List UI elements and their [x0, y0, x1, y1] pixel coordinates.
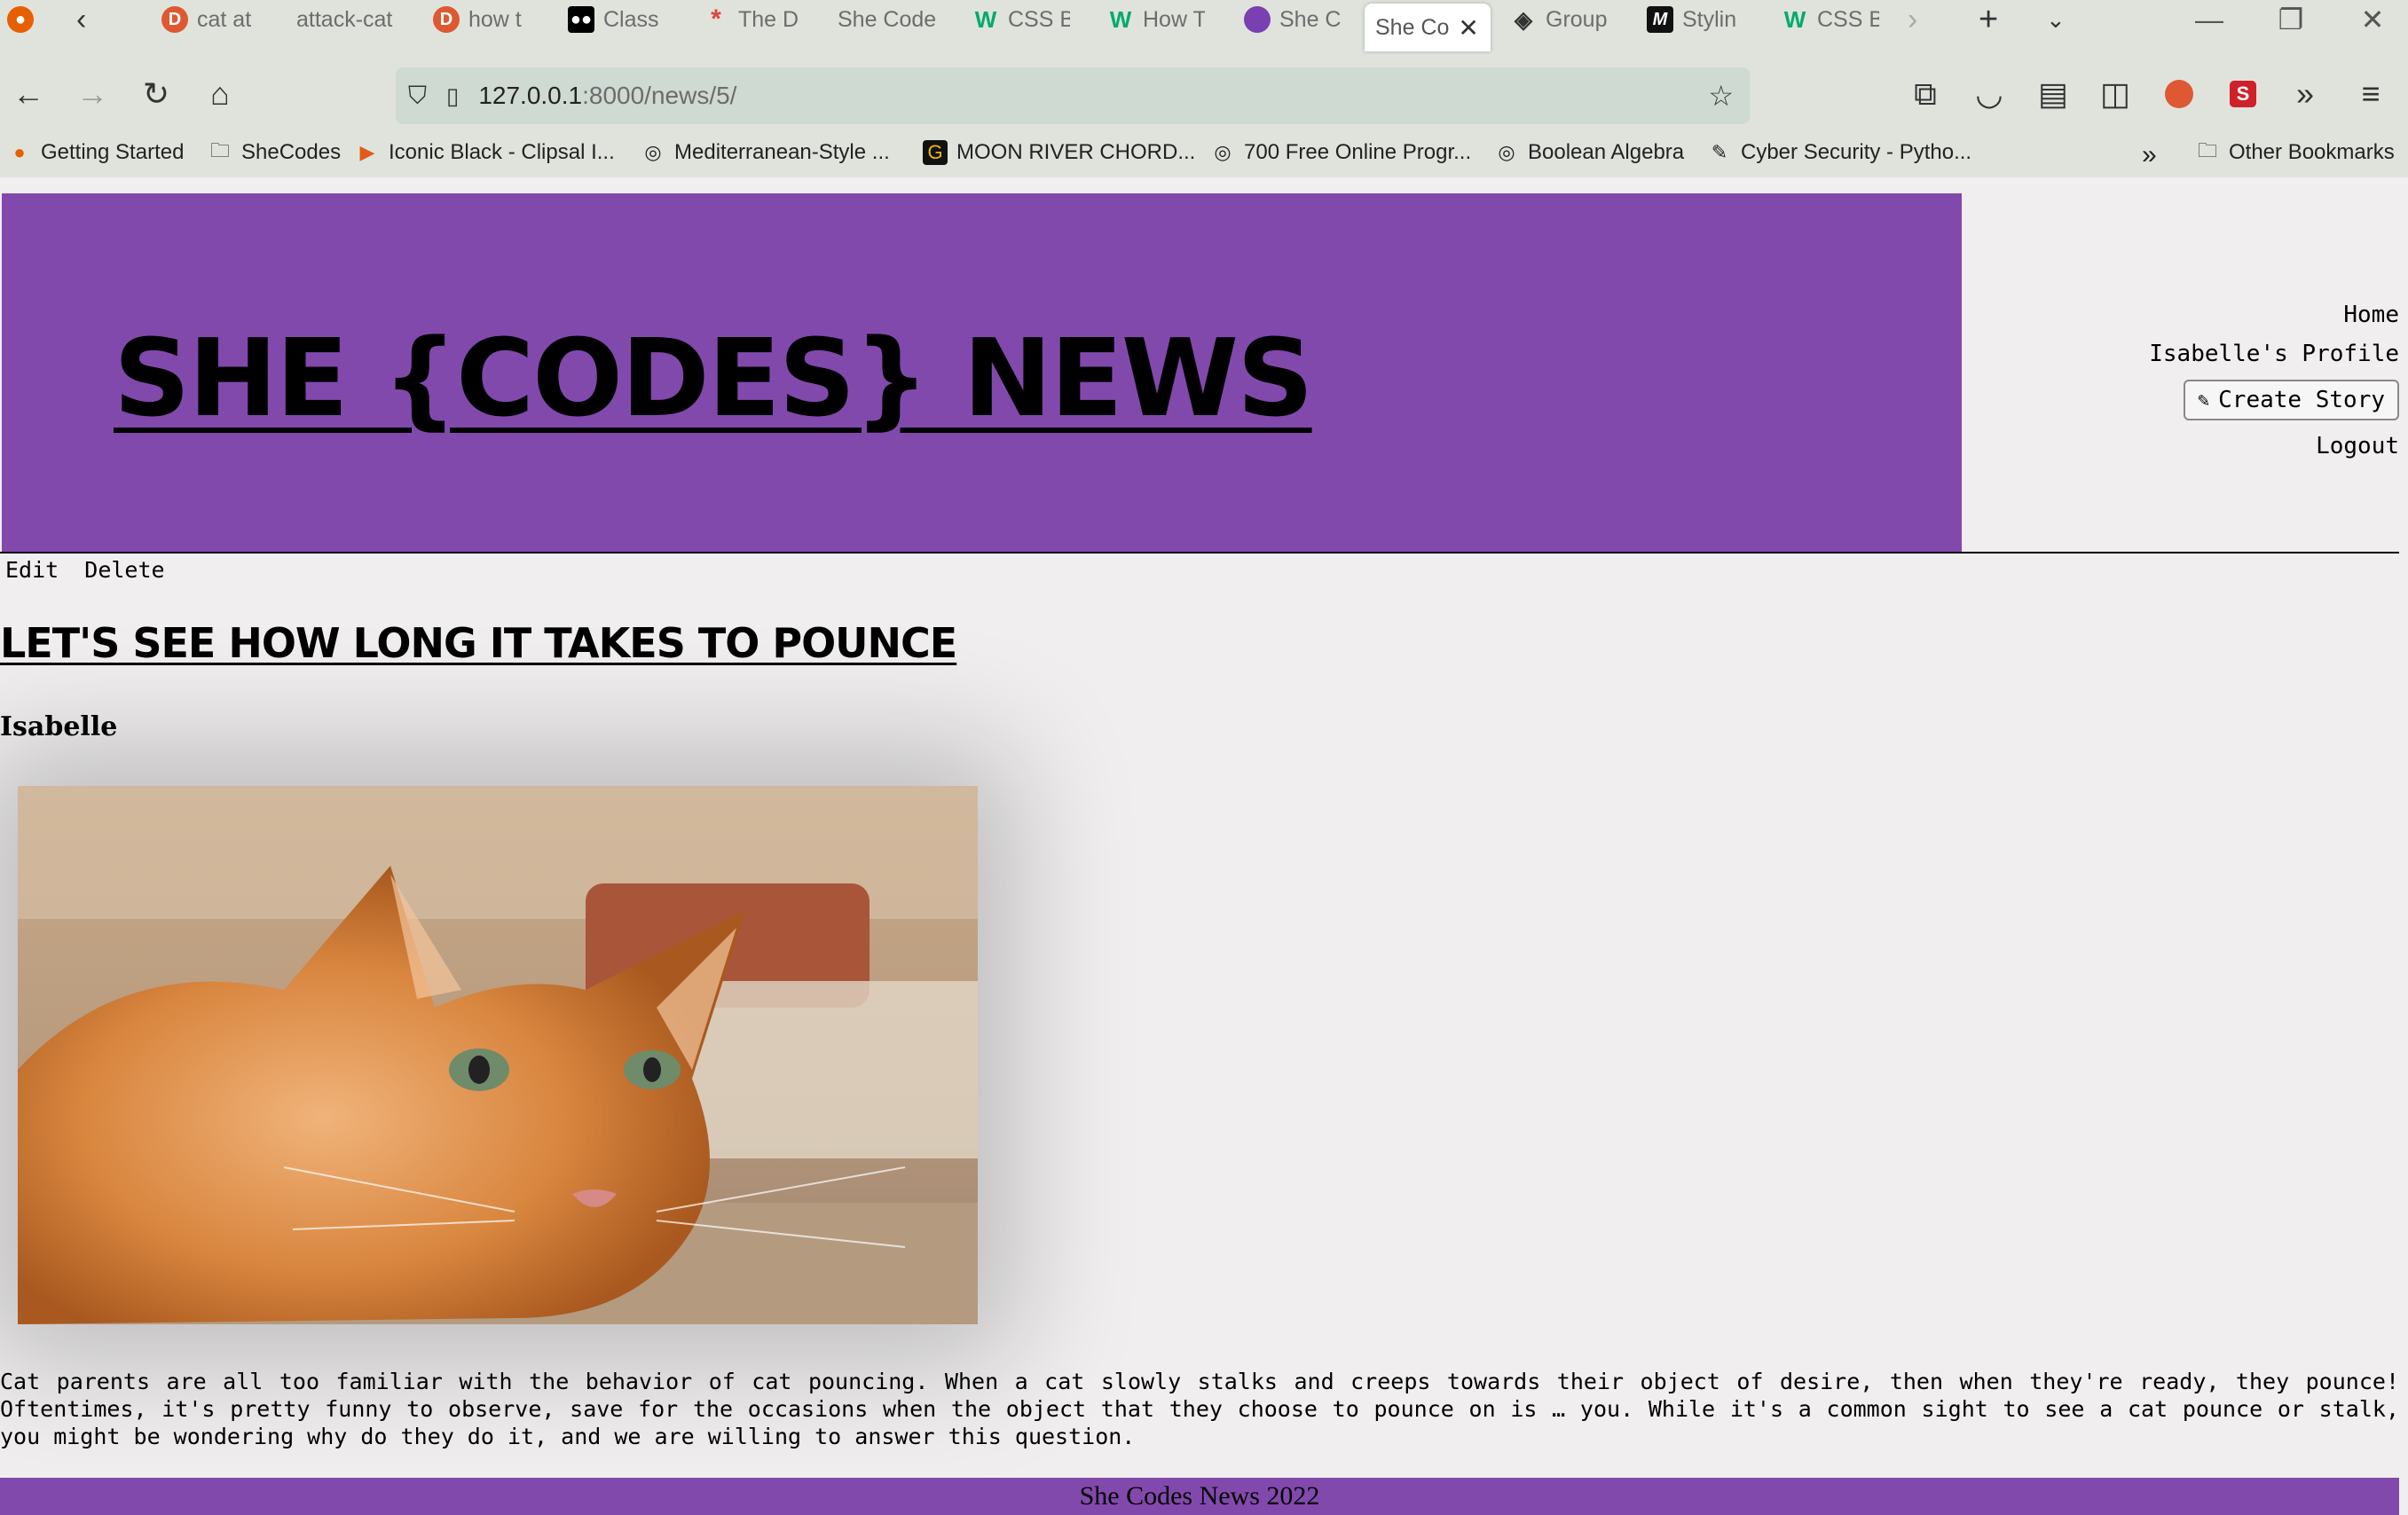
- firefox-icon: ●: [13, 141, 26, 163]
- g-icon: G: [923, 140, 948, 165]
- address-bar[interactable]: ⛉ ▯ 127.0.0.1:8000/news/5/ ☆: [396, 67, 1750, 124]
- url-path: :8000/news/5/: [582, 82, 737, 109]
- navigation-toolbar: ← → ↻ ⌂ ⛉ ▯ 127.0.0.1:8000/news/5/ ☆ ⧉ ◡…: [0, 55, 2408, 133]
- story-actions: Edit Delete: [5, 557, 177, 583]
- w3schools-icon: W: [1109, 5, 1132, 33]
- more-bookmarks-icon[interactable]: »: [2142, 140, 2157, 170]
- nav-home-link[interactable]: Home: [2149, 302, 2399, 328]
- minimize-icon[interactable]: —: [2183, 0, 2236, 39]
- bookmark-star-icon[interactable]: ☆: [1708, 79, 1734, 113]
- tab-bar: ● ‹ D cat at attack-cat D how t ●● Class…: [0, 0, 2408, 55]
- globe-icon: ◎: [1214, 141, 1232, 163]
- shield-icon[interactable]: ⛉: [408, 82, 427, 111]
- w3schools-icon: W: [974, 5, 997, 33]
- tab-class[interactable]: ●● Class: [568, 0, 665, 39]
- story-author: Isabelle: [0, 711, 118, 742]
- medium-icon: ●●: [568, 6, 594, 33]
- tab-she-c[interactable]: She C: [1244, 0, 1342, 39]
- site-banner: SHE {CODES} NEWS: [2, 193, 1962, 552]
- duckduckgo-icon: D: [433, 6, 460, 33]
- close-window-icon[interactable]: ✕: [2346, 0, 2399, 39]
- bookmark-boolean-algebra[interactable]: ◎ Boolean Algebra: [1494, 140, 1684, 165]
- folder-icon: 🗀: [2197, 139, 2217, 161]
- tab-scroll-left-icon[interactable]: ‹: [76, 0, 112, 39]
- tab-attack-cat[interactable]: attack-cat: [296, 0, 412, 39]
- firefox-menu-icon[interactable]: ●: [7, 0, 43, 39]
- library-icon[interactable]: ▤: [2028, 69, 2078, 119]
- site-footer: She Codes News 2022: [0, 1478, 2399, 1515]
- duckduckgo-extension-icon[interactable]: [2154, 69, 2204, 119]
- home-icon[interactable]: ⌂: [195, 69, 245, 119]
- list-tabs-icon[interactable]: ⌄: [2046, 0, 2081, 39]
- back-icon[interactable]: ←: [4, 69, 53, 119]
- bookmark-shecodes-folder[interactable]: 🗀 SheCodes: [208, 139, 341, 165]
- tab-she-codes[interactable]: She Code: [838, 0, 944, 39]
- m-icon: M: [1647, 6, 1673, 33]
- close-tab-icon[interactable]: ✕: [1458, 13, 1478, 43]
- delete-link[interactable]: Delete: [84, 557, 164, 583]
- bookmark-getting-started[interactable]: ● Getting Started: [7, 140, 184, 165]
- s-extension-icon[interactable]: S: [2218, 69, 2268, 119]
- globe-icon: ◎: [1498, 141, 1515, 163]
- site-nav: Home Isabelle's Profile ✎ Create Story L…: [2149, 302, 2399, 472]
- story-body: Cat parents are all too familiar with th…: [0, 1369, 2399, 1449]
- tab-cat-attack[interactable]: D cat at: [161, 0, 268, 39]
- folder-icon: 🗀: [209, 139, 230, 161]
- github-icon: ◈: [1515, 5, 1532, 33]
- pocket-icon[interactable]: ◡: [1964, 69, 2014, 119]
- globe-icon: ◎: [644, 141, 662, 163]
- tab-css-b-2[interactable]: W CSS B: [1782, 0, 1879, 39]
- bookmark-moon-river[interactable]: G MOON RIVER CHORD...: [923, 140, 1195, 165]
- bookmark-700-free[interactable]: ◎ 700 Free Online Progr...: [1210, 140, 1471, 165]
- tab-styling[interactable]: M Stylin: [1647, 0, 1753, 39]
- tab-group[interactable]: ◈ Group: [1510, 0, 1617, 39]
- tab-she-codes-news-active[interactable]: She Co ✕: [1365, 4, 1491, 51]
- tab-the-d[interactable]: * The D: [703, 0, 800, 39]
- page-info-icon[interactable]: ▯: [446, 82, 459, 110]
- url-host: 127.0.0.1: [478, 82, 583, 109]
- new-tab-icon[interactable]: +: [1979, 0, 2014, 39]
- restore-icon[interactable]: ❐: [2264, 0, 2318, 39]
- duckduckgo-icon: D: [161, 6, 188, 33]
- feather-icon: ✎: [1711, 141, 1728, 163]
- shecodes-icon: [1244, 6, 1271, 33]
- asterisk-icon: *: [711, 4, 721, 34]
- menu-icon[interactable]: ≡: [2346, 69, 2396, 119]
- reload-icon[interactable]: ↻: [131, 69, 181, 119]
- edit-square-icon: ✎: [2197, 389, 2210, 412]
- w3schools-icon: W: [1783, 5, 1806, 33]
- extensions-icon[interactable]: ⧉: [1900, 69, 1950, 119]
- nav-logout-link[interactable]: Logout: [2149, 433, 2399, 459]
- tab-css-b[interactable]: W CSS B: [972, 0, 1070, 39]
- forward-icon[interactable]: →: [67, 69, 117, 119]
- bookmark-mediterranean[interactable]: ◎ Mediterranean-Style ...: [641, 140, 889, 165]
- tab-how-to[interactable]: D how t: [433, 0, 531, 39]
- tab-scroll-right-icon[interactable]: ›: [1908, 0, 1934, 39]
- story-image: [18, 786, 978, 1324]
- site-title-link[interactable]: SHE {CODES} NEWS: [114, 318, 1314, 441]
- play-icon: ▶: [359, 141, 375, 163]
- story-title[interactable]: LET'S SEE HOW LONG IT TAKES TO POUNCE: [0, 619, 957, 667]
- cat-photo-illustration: [18, 786, 978, 1324]
- nav-profile-link[interactable]: Isabelle's Profile: [2149, 341, 2399, 367]
- page-content: SHE {CODES} NEWS Home Isabelle's Profile…: [0, 177, 2408, 1515]
- create-story-button[interactable]: ✎ Create Story: [2183, 380, 2399, 420]
- sidebar-icon[interactable]: ◫: [2090, 69, 2140, 119]
- bookmark-iconic-black[interactable]: ▶ Iconic Black - Clipsal I...: [355, 140, 615, 165]
- bookmark-cyber-security[interactable]: ✎ Cyber Security - Pytho...: [1707, 140, 1971, 165]
- more-tools-icon[interactable]: »: [2280, 69, 2330, 119]
- other-bookmarks[interactable]: 🗀 Other Bookmarks: [2195, 139, 2395, 165]
- header-divider: [0, 552, 2399, 553]
- edit-link[interactable]: Edit: [5, 557, 59, 583]
- bookmarks-toolbar: ● Getting Started 🗀 SheCodes ▶ Iconic Bl…: [0, 133, 2408, 177]
- tab-how-t[interactable]: W How T: [1107, 0, 1205, 39]
